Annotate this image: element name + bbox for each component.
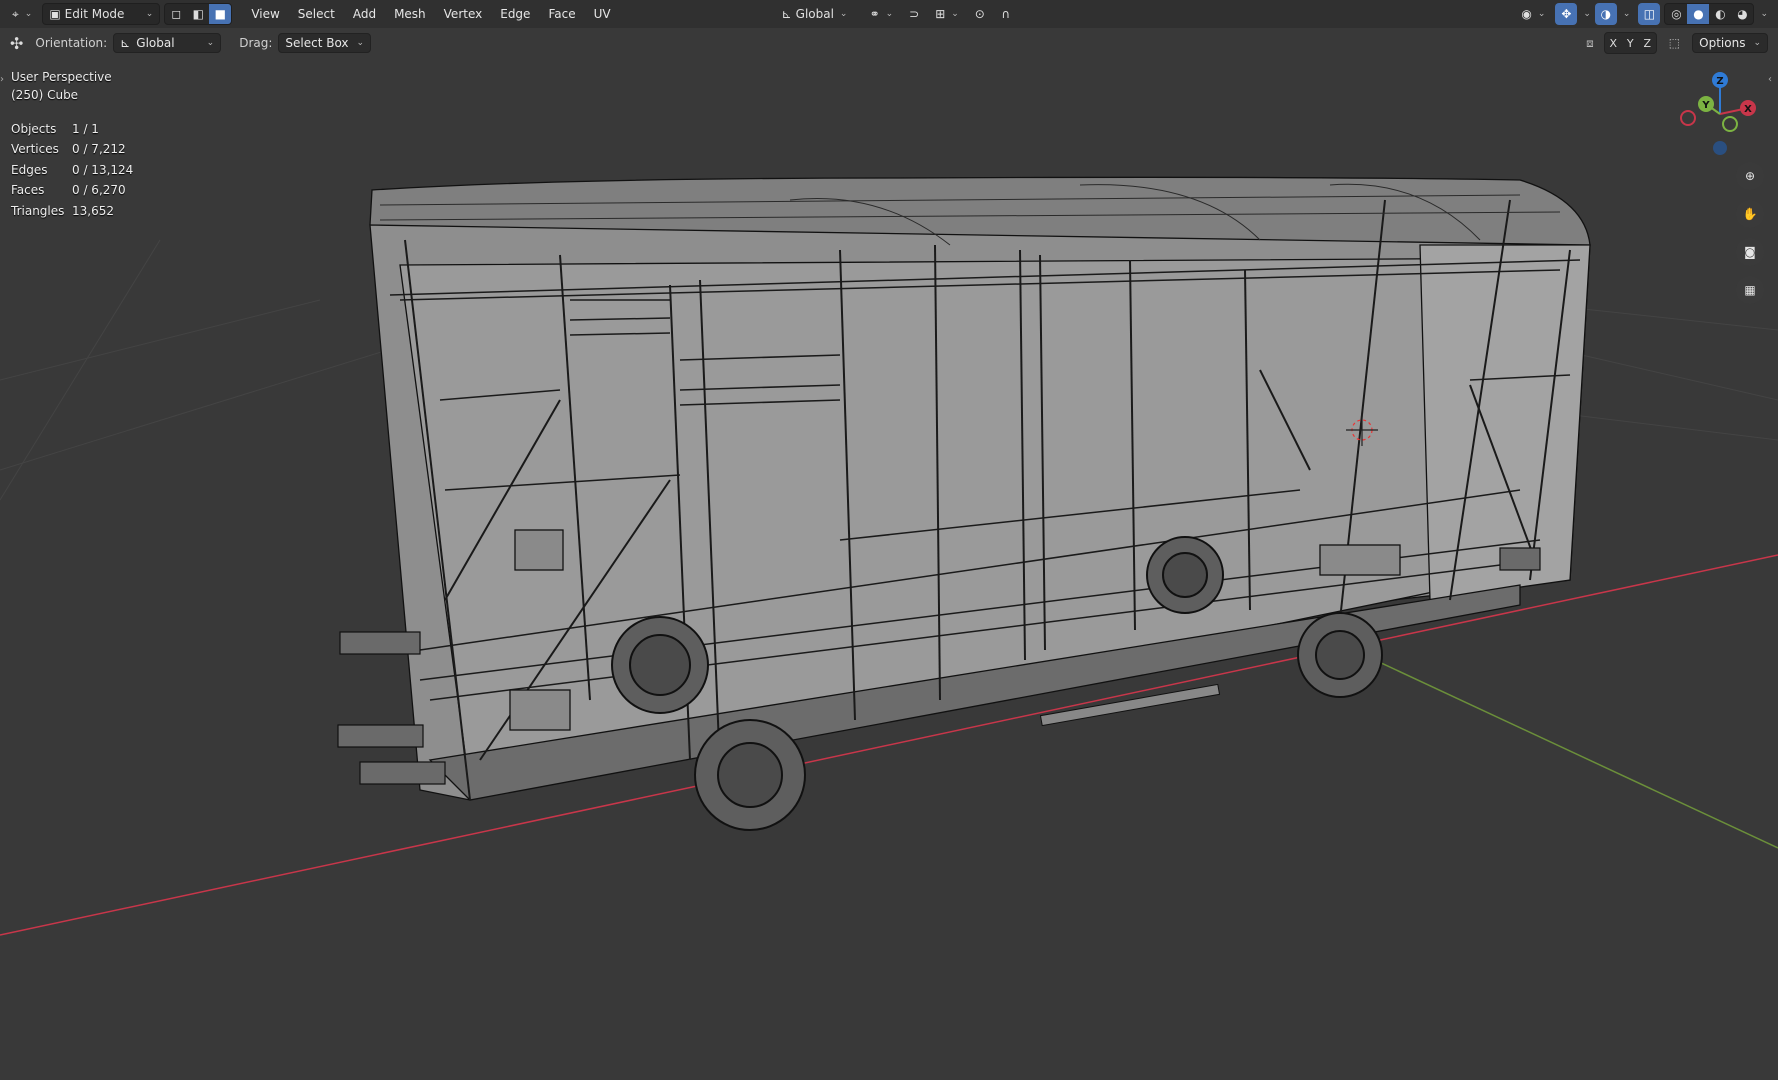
snap-increment-icon: ⊞ bbox=[935, 7, 946, 21]
blender-3d-viewport: ⌖ ⌄ ▣ Edit Mode ⌄ ◻ ◧ ■ View Select Add M… bbox=[0, 0, 1778, 1080]
visibility-icon: ◉ bbox=[1521, 7, 1532, 21]
edge-select-icon[interactable]: ◧ bbox=[187, 4, 209, 24]
stats-row: Objects 1 / 1 bbox=[11, 122, 99, 136]
xray-toggle[interactable]: ◫ bbox=[1638, 3, 1661, 25]
face-select-icon[interactable]: ■ bbox=[209, 4, 232, 24]
navigation-gizmo[interactable]: Z X Y bbox=[1668, 68, 1768, 160]
snap-toggle[interactable]: ⊃ bbox=[903, 3, 925, 25]
wagon-step[interactable] bbox=[1039, 683, 1221, 727]
stats-row: Edges 0 / 13,124 bbox=[11, 162, 134, 177]
pivot-icon: ⚭ bbox=[869, 7, 880, 21]
orientation-label: Orientation: bbox=[35, 36, 108, 50]
viewport-info: User Perspective (250) Cube bbox=[11, 68, 112, 104]
chevron-down-icon: ⌄ bbox=[839, 9, 848, 19]
menu-mesh[interactable]: Mesh bbox=[387, 3, 433, 25]
drag-value: Select Box bbox=[285, 36, 349, 50]
chevron-down-icon: ⌄ bbox=[356, 38, 365, 48]
zoom-icon[interactable]: ⊕ bbox=[1736, 162, 1764, 190]
mirror-icon[interactable]: ⧈ bbox=[1586, 36, 1594, 51]
orientation-icon: ⊾ bbox=[781, 7, 792, 21]
shading-dropdown[interactable]: ⌄ bbox=[1760, 9, 1768, 19]
mirror-axes: X Y Z bbox=[1603, 32, 1657, 54]
rendered-shading-icon[interactable]: ◕ bbox=[1731, 4, 1753, 24]
shading-mode-group: ◎ ● ◐ ◕ bbox=[1664, 3, 1755, 25]
menu-face[interactable]: Face bbox=[541, 3, 582, 25]
overlay-toggle[interactable]: ◑ bbox=[1594, 3, 1617, 25]
menu-uv[interactable]: UV bbox=[587, 3, 618, 25]
wireframe-shading-icon[interactable]: ◎ bbox=[1665, 4, 1687, 24]
orientation-icon: ⊾ bbox=[120, 36, 131, 50]
menu-vertex[interactable]: Vertex bbox=[437, 3, 490, 25]
menu-add[interactable]: Add bbox=[346, 3, 383, 25]
stats-row: Triangles 13,652 bbox=[11, 203, 114, 218]
sidebar-expand-arrow[interactable]: ‹ bbox=[1768, 74, 1772, 85]
drag-label: Drag: bbox=[239, 36, 273, 50]
editor-type-button[interactable]: ⌖ ⌄ bbox=[6, 3, 38, 25]
orientation-dropdown[interactable]: ⊾ Global ⌄ bbox=[113, 33, 222, 53]
menu-edge[interactable]: Edge bbox=[493, 3, 537, 25]
pivot-point-dropdown[interactable]: ⚭ ⌄ bbox=[864, 3, 900, 25]
drag-dropdown[interactable]: Select Box ⌄ bbox=[278, 33, 372, 53]
mode-dropdown[interactable]: ▣ Edit Mode ⌄ bbox=[42, 3, 161, 25]
mesh-stats: Objects 1 / 1 Vertices 0 / 7,212 Edges 0 / … bbox=[11, 119, 133, 221]
gizmo-toggle[interactable]: ✥ bbox=[1555, 3, 1578, 25]
visibility-dropdown[interactable]: ◉ ⌄ bbox=[1515, 3, 1551, 25]
view3d-icon: ⌖ bbox=[12, 6, 19, 21]
wagon-mesh[interactable] bbox=[369, 176, 1591, 801]
falloff-curve-icon: ∩ bbox=[1001, 7, 1011, 21]
gizmo-neg-y-handle[interactable] bbox=[1722, 116, 1738, 132]
material-shading-icon[interactable]: ◐ bbox=[1709, 4, 1731, 24]
transform-orientation-label: Global bbox=[795, 7, 834, 21]
navigation-controls: ⊕ ✋ ◙ ▦ bbox=[1736, 162, 1764, 304]
gizmo-dropdown[interactable]: ⌄ bbox=[1583, 9, 1591, 19]
pan-hand-icon[interactable]: ✋ bbox=[1736, 200, 1764, 228]
camera-view-icon[interactable]: ◙ bbox=[1736, 238, 1764, 266]
axis-y-toggle[interactable]: Y bbox=[1622, 33, 1639, 53]
overlay-dropdown[interactable]: ⌄ bbox=[1623, 9, 1631, 19]
viewport-scene[interactable] bbox=[0, 0, 1778, 1080]
auto-merge-icon[interactable]: ⬚ bbox=[1669, 36, 1680, 50]
gizmo-y-label: Y bbox=[1701, 100, 1710, 111]
gizmo-x-label: X bbox=[1744, 104, 1752, 115]
menu-view[interactable]: View bbox=[244, 3, 286, 25]
stats-row: Faces 0 / 6,270 bbox=[11, 183, 126, 198]
magnet-icon: ⊃ bbox=[909, 7, 920, 21]
object-name: (250) Cube bbox=[11, 88, 79, 102]
overlay-icon: ◑ bbox=[1600, 7, 1612, 21]
orientation-value: Global bbox=[136, 36, 175, 50]
falloff-dropdown[interactable]: ∩ bbox=[995, 3, 1017, 25]
axis-x-toggle[interactable]: X bbox=[1605, 33, 1622, 53]
menu-select[interactable]: Select bbox=[291, 3, 342, 25]
options-label: Options bbox=[1699, 36, 1746, 50]
proportional-edit-toggle[interactable]: ⊙ bbox=[969, 3, 991, 25]
vertex-select-icon[interactable]: ◻ bbox=[165, 4, 187, 24]
stats-row: Vertices 0 / 7,212 bbox=[11, 142, 126, 157]
gizmo-z-label: Z bbox=[1716, 76, 1723, 87]
chevron-down-icon: ⌄ bbox=[1753, 38, 1761, 48]
gizmo-neg-z-handle[interactable] bbox=[1713, 141, 1727, 155]
edit-mode-icon: ▣ bbox=[49, 7, 61, 21]
axis-z-toggle[interactable]: Z bbox=[1639, 33, 1656, 53]
transform-orientation-dropdown[interactable]: ⊾ Global ⌄ bbox=[776, 3, 860, 25]
toolbar-expand-arrow[interactable]: › bbox=[0, 74, 4, 85]
transform-tool-icon[interactable]: ✣ bbox=[10, 34, 23, 53]
xray-icon: ◫ bbox=[1643, 7, 1656, 21]
options-dropdown[interactable]: Options ⌄ bbox=[1692, 33, 1768, 53]
mode-label: Edit Mode bbox=[64, 7, 125, 21]
perspective-grid-icon[interactable]: ▦ bbox=[1736, 276, 1764, 304]
perspective-label: User Perspective bbox=[11, 70, 112, 84]
viewport-header: ⌖ ⌄ ▣ Edit Mode ⌄ ◻ ◧ ■ View Select Add M… bbox=[0, 0, 1778, 28]
chevron-down-icon: ⌄ bbox=[145, 9, 154, 19]
gizmo-icon: ✥ bbox=[1561, 7, 1572, 21]
solid-shading-icon[interactable]: ● bbox=[1687, 4, 1710, 24]
proportional-icon: ⊙ bbox=[974, 7, 985, 21]
tool-settings-bar: ✣ Orientation: ⊾ Global ⌄ Drag: Select B… bbox=[0, 28, 1778, 58]
chevron-down-icon: ⌄ bbox=[206, 38, 215, 48]
select-mode-group: ◻ ◧ ■ bbox=[164, 3, 233, 25]
snap-target-dropdown[interactable]: ⊞ ⌄ bbox=[929, 3, 965, 25]
gizmo-neg-x-handle[interactable] bbox=[1680, 110, 1696, 126]
